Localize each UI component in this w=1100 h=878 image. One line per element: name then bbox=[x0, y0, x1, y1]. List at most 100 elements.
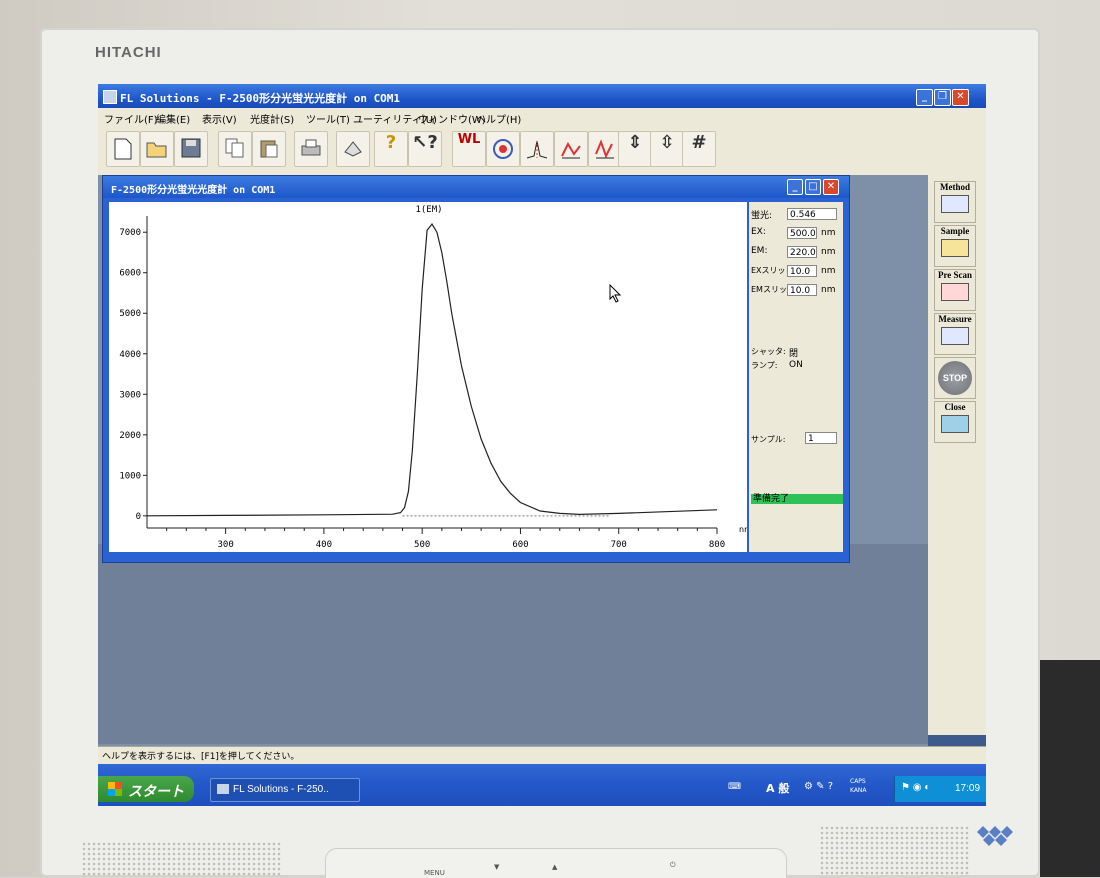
stop-icon: STOP bbox=[938, 361, 972, 395]
spectrum-plot[interactable]: 1(EM) nm 0 1000 2000 3000 4000 5000 6000 7000 30… bbox=[109, 202, 752, 552]
help-icon[interactable]: ? bbox=[374, 131, 408, 167]
app-title: FL Solutions - F-2500形分光蛍光光度計 on COM1 bbox=[120, 92, 401, 105]
y-tick-label: 5000 bbox=[119, 309, 141, 319]
peak-icon[interactable] bbox=[520, 131, 554, 167]
em-value: 220.0 bbox=[787, 246, 817, 258]
3d-icon[interactable] bbox=[336, 131, 370, 167]
print-icon[interactable] bbox=[294, 131, 328, 167]
measure-icon bbox=[941, 327, 969, 345]
em-slit-value: 10.0 bbox=[787, 284, 817, 296]
menu-file[interactable]: ファイル(F) bbox=[104, 111, 158, 126]
scale-icon[interactable]: ⇕ bbox=[618, 131, 652, 167]
kana-indicator: KANA bbox=[850, 787, 867, 794]
stop-button[interactable]: STOP bbox=[934, 357, 976, 399]
app-icon bbox=[103, 90, 117, 104]
menu-photometer[interactable]: 光度計(S) bbox=[250, 111, 294, 126]
lamp-label: ランプ: bbox=[751, 361, 778, 370]
windows-logo-icon bbox=[108, 782, 122, 796]
minimize-button[interactable]: _ bbox=[916, 89, 933, 106]
child-close-button[interactable]: ✕ bbox=[823, 179, 839, 195]
mdi-workspace-lower bbox=[98, 544, 928, 744]
method-button[interactable]: Method bbox=[934, 181, 976, 223]
close-button[interactable]: ✕ bbox=[952, 89, 969, 106]
menu-tools[interactable]: ツール(T) bbox=[306, 111, 350, 126]
ime-tools-icon[interactable]: ⚙ ✎ ? bbox=[804, 781, 833, 792]
caps-indicator: CAPS bbox=[850, 778, 866, 785]
ime-indicator[interactable]: A 般 bbox=[766, 780, 789, 796]
spectrum-chart: 1(EM) nm 0 1000 2000 3000 4000 5000 6000 7000 30… bbox=[119, 205, 752, 550]
down-button[interactable]: ▼ bbox=[494, 863, 499, 871]
context-help-icon[interactable]: ↖? bbox=[408, 131, 442, 167]
expand-icon[interactable]: ⇳ bbox=[650, 131, 684, 167]
y-tick-label: 2000 bbox=[119, 431, 141, 441]
screen: FL Solutions - F-2500形分光蛍光光度計 on COM1 _ … bbox=[98, 84, 986, 806]
prescan-button-label: Pre Scan bbox=[937, 270, 973, 280]
speaker-grille-left bbox=[82, 842, 282, 877]
baseline-icon[interactable] bbox=[554, 131, 588, 167]
sample-button[interactable]: Sample bbox=[934, 225, 976, 267]
prescan-button[interactable]: Pre Scan bbox=[934, 269, 976, 311]
em-label: EM: bbox=[751, 246, 768, 256]
y-tick-label: 1000 bbox=[119, 471, 141, 481]
child-maximize-button[interactable]: □ bbox=[805, 179, 821, 195]
y-tick-label: 7000 bbox=[119, 228, 141, 238]
menu-edit[interactable]: 編集(E) bbox=[156, 111, 190, 126]
measure-button-label: Measure bbox=[938, 314, 972, 324]
close-side-button[interactable]: Close bbox=[934, 401, 976, 443]
restore-button[interactable]: ❐ bbox=[934, 89, 951, 106]
mouse-cursor-icon bbox=[609, 283, 623, 308]
app-task-icon bbox=[217, 784, 229, 795]
measure-button[interactable]: Measure bbox=[934, 313, 976, 355]
close-door-icon bbox=[941, 415, 969, 433]
close-side-button-label: Close bbox=[944, 402, 966, 412]
lamp-value: ON bbox=[789, 360, 803, 370]
app-titlebar: FL Solutions - F-2500形分光蛍光光度計 on COM1 _ … bbox=[98, 84, 986, 110]
wl-icon[interactable]: WL bbox=[452, 131, 486, 167]
y-tick-label: 6000 bbox=[119, 269, 141, 279]
y-tick-label: 3000 bbox=[119, 390, 141, 400]
statusbar-text: ヘルプを表示するには、[F1]を押してください。 bbox=[102, 752, 300, 762]
x-axis-unit: nm bbox=[739, 525, 747, 534]
save-icon[interactable] bbox=[174, 131, 208, 167]
power-button[interactable]: ⏻ bbox=[670, 861, 676, 870]
status-indicator: 準備完了 bbox=[751, 494, 843, 504]
menu-button[interactable]: MENU bbox=[424, 869, 445, 877]
copy-icon[interactable] bbox=[218, 131, 252, 167]
fluorescence-value: 0.546 bbox=[787, 208, 837, 220]
speaker-grille-right bbox=[820, 826, 970, 877]
side-command-panel: Method Sample Pre Scan Measure STOP Clos… bbox=[928, 175, 986, 735]
fluorescence-label: 蛍光: bbox=[751, 211, 773, 221]
x-tick-label: 700 bbox=[611, 540, 627, 550]
system-tray: ⚑ ◉ ◐ 17:09 bbox=[894, 776, 986, 802]
paste-icon[interactable] bbox=[252, 131, 286, 167]
chart-title: 1(EM) bbox=[415, 205, 442, 215]
menu-help[interactable]: ヘルプ(H) bbox=[476, 111, 521, 126]
derivative-icon[interactable] bbox=[588, 131, 622, 167]
clock[interactable]: 17:09 bbox=[955, 783, 980, 794]
method-icon bbox=[941, 195, 969, 213]
ex-slit-value: 10.0 bbox=[787, 265, 817, 277]
keyboard-icon[interactable]: ⌨ bbox=[728, 782, 741, 792]
new-icon[interactable] bbox=[106, 131, 140, 167]
tray-icons[interactable]: ⚑ ◉ ◐ bbox=[901, 782, 930, 793]
sample-button-label: Sample bbox=[940, 226, 970, 236]
up-button[interactable]: ▲ bbox=[552, 863, 557, 871]
x-tick-label: 800 bbox=[709, 540, 725, 550]
taskbar-app-label: FL Solutions - F-250.. bbox=[233, 784, 329, 795]
child-minimize-button[interactable]: _ bbox=[787, 179, 803, 195]
measurement-window: F-2500形分光蛍光光度計 on COM1 _ □ ✕ 1(EM) nm 01… bbox=[102, 175, 850, 563]
method-button-label: Method bbox=[940, 182, 970, 192]
monitor-brand: HITACHI bbox=[95, 44, 162, 61]
ex-value: 500.0 bbox=[787, 227, 817, 239]
shutter-label: シャッタ: bbox=[751, 347, 786, 356]
instrument-info-panel: 蛍光: 0.546 EX: 500.0 nm EM: 220.0 nm EXスリ… bbox=[749, 202, 843, 552]
taskbar-app-button[interactable]: FL Solutions - F-250.. bbox=[210, 778, 360, 802]
menu-view[interactable]: 表示(V) bbox=[202, 111, 237, 126]
open-icon[interactable] bbox=[140, 131, 174, 167]
em-slit-unit: nm bbox=[821, 285, 836, 295]
scan-icon[interactable] bbox=[486, 131, 520, 167]
start-button[interactable]: スタート bbox=[98, 776, 194, 802]
grid-icon[interactable]: # bbox=[682, 131, 716, 167]
ex-unit: nm bbox=[821, 228, 836, 238]
em-unit: nm bbox=[821, 247, 836, 257]
